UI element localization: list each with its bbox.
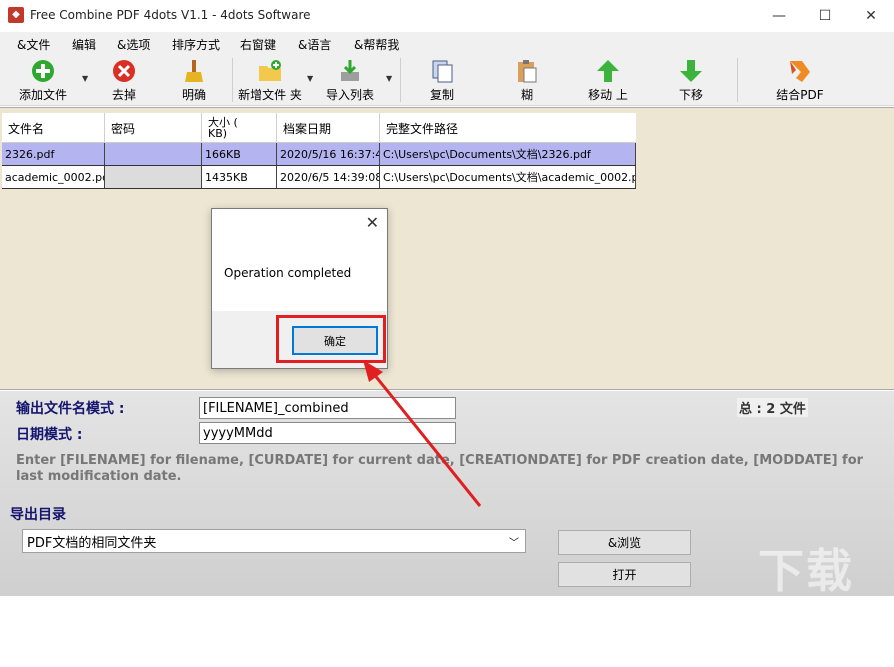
toolbar-separator — [400, 58, 401, 102]
col-header-password[interactable]: 密码 — [105, 113, 202, 143]
toolbar-separator — [232, 58, 233, 102]
add-file-dropdown-icon[interactable]: ▼ — [82, 74, 88, 83]
folder-add-icon — [259, 60, 281, 81]
paste-icon — [518, 60, 537, 83]
col-header-path[interactable]: 完整文件路径 — [380, 113, 636, 143]
clear-button[interactable]: 明确 — [172, 56, 216, 104]
remove-button[interactable]: 去掉 — [102, 56, 146, 104]
import-list-dropdown-icon[interactable]: ▼ — [386, 74, 392, 83]
combine-pdf-label: 结合PDF — [776, 88, 824, 102]
open-button[interactable]: 打开 — [558, 562, 691, 587]
file-list-area[interactable]: 文件名 密码 大小 ( KB) 档案日期 完整文件路径 2326.pdf 166… — [0, 107, 894, 390]
clear-label: 明确 — [181, 88, 206, 102]
window-title: Free Combine PDF 4dots V1.1 - 4dots Soft… — [30, 8, 311, 22]
total-files-count: 总 : 2 文件 — [737, 398, 808, 417]
add-file-label: 添加文件 — [18, 88, 67, 102]
import-list-button[interactable]: 导入列表 — [322, 56, 378, 104]
file-grid: 文件名 密码 大小 ( KB) 档案日期 完整文件路径 2326.pdf 166… — [2, 113, 636, 189]
copy-icon — [432, 60, 453, 83]
cell-filename: academic_0002.pdf — [2, 166, 105, 188]
toolbar-separator — [737, 58, 738, 102]
import-list-label: 导入列表 — [325, 88, 374, 102]
cell-date: 2020/6/5 14:39:08 — [277, 166, 380, 188]
annotation-arrow — [363, 360, 482, 507]
close-button[interactable]: ✕ — [848, 0, 894, 32]
col-header-filename[interactable]: 文件名 — [2, 113, 105, 143]
dialog-message: Operation completed — [224, 266, 352, 280]
add-folder-dropdown-icon[interactable]: ▼ — [307, 74, 313, 83]
add-folder-button[interactable]: 新增文件 夹 — [236, 56, 304, 104]
add-file-button[interactable]: 添加文件 — [12, 56, 74, 104]
arrow-up-icon — [597, 60, 619, 82]
move-up-button[interactable]: 移动 上 — [584, 56, 632, 104]
cell-password — [105, 166, 202, 188]
combine-pdf-button[interactable]: 结合PDF — [770, 56, 830, 104]
move-up-label: 移动 上 — [588, 88, 628, 102]
copy-button[interactable]: 复制 — [420, 56, 464, 104]
cell-size: 1435KB — [202, 166, 277, 188]
import-icon — [341, 60, 359, 81]
cell-filename: 2326.pdf — [2, 143, 105, 165]
menu-options[interactable]: &选项 — [117, 36, 150, 53]
remove-label: 去掉 — [111, 88, 136, 102]
col-header-size[interactable]: 大小 ( KB) — [202, 113, 277, 143]
title-bar: ◆ Free Combine PDF 4dots V1.1 - 4dots So… — [0, 0, 894, 32]
menu-context[interactable]: 右窗键 — [240, 36, 276, 53]
add-icon — [32, 60, 54, 82]
add-folder-label: 新增文件 夹 — [238, 88, 302, 102]
table-row[interactable]: academic_0002.pdf 1435KB 2020/6/5 14:39:… — [2, 166, 636, 189]
cell-date: 2020/5/16 16:37:41 — [277, 143, 380, 165]
cell-password — [105, 143, 202, 165]
minimize-button[interactable]: — — [756, 0, 802, 32]
copy-label: 复制 — [429, 88, 454, 102]
export-dir-label: 导出目录 — [10, 507, 66, 523]
toolbar: 添加文件 ▼ 去掉 明确 新增文件 夹 ▼ 导入列表 ▼ 复制 糊 移动 上 下… — [0, 54, 894, 106]
menu-help[interactable]: &帮帮我 — [354, 36, 399, 53]
cell-size: 166KB — [202, 143, 277, 165]
cell-path: C:\Users\pc\Documents\文档\academic_0002.p… — [380, 166, 636, 188]
paste-label: 糊 — [520, 88, 533, 102]
export-dir-select[interactable]: PDF文档的相同文件夹 ﹀ — [22, 529, 526, 553]
arrow-down-icon — [680, 60, 702, 82]
table-row[interactable]: 2326.pdf 166KB 2020/5/16 16:37:41 C:\Use… — [2, 143, 636, 166]
dialog-close-icon[interactable]: ✕ — [366, 213, 379, 232]
date-pattern-label: 日期模式 : — [16, 427, 83, 443]
move-down-label: 下移 — [678, 88, 703, 102]
export-dir-value: PDF文档的相同文件夹 — [27, 535, 157, 551]
chevron-down-icon: ﹀ — [509, 538, 519, 549]
grid-header: 文件名 密码 大小 ( KB) 档案日期 完整文件路径 — [2, 113, 636, 143]
menu-language[interactable]: &语言 — [298, 36, 331, 53]
paste-button[interactable]: 糊 — [505, 56, 549, 104]
broom-icon — [185, 60, 203, 82]
remove-icon — [113, 60, 135, 82]
move-down-button[interactable]: 下移 — [667, 56, 715, 104]
watermark-logo: 下载吧 — [758, 544, 854, 664]
app-logo-icon: ◆ — [8, 7, 24, 23]
menu-bar: &文件 编辑 &选项 排序方式 右窗键 &语言 &帮帮我 — [0, 32, 894, 54]
menu-file[interactable]: &文件 — [17, 36, 50, 53]
menu-sort[interactable]: 排序方式 — [172, 36, 220, 53]
combine-icon — [790, 61, 810, 82]
menu-edit[interactable]: 编辑 — [72, 36, 96, 53]
maximize-button[interactable]: ☐ — [802, 0, 848, 32]
highlight-box — [276, 315, 386, 363]
col-header-date[interactable]: 档案日期 — [277, 113, 380, 143]
output-pattern-label: 输出文件名模式 : — [16, 401, 125, 417]
cell-path: C:\Users\pc\Documents\文档\2326.pdf — [380, 143, 636, 165]
browse-button[interactable]: &浏览 — [558, 530, 691, 555]
